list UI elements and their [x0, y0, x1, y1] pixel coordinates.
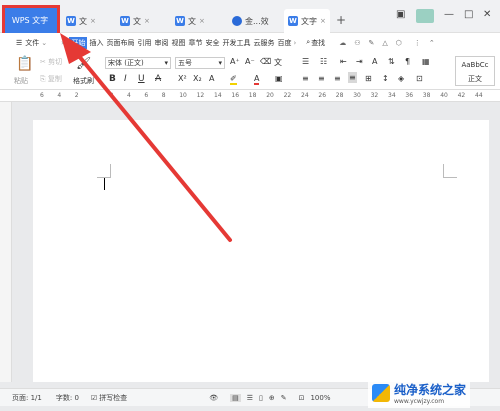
arrow-shaft	[72, 48, 232, 242]
spell-check-icon[interactable]: ☑	[91, 394, 97, 402]
arrow-head	[60, 33, 91, 64]
eye-protection-icon[interactable]: 👁	[209, 394, 218, 402]
watermark-logo-icon	[372, 384, 390, 402]
watermark-url: www.ycwjzy.com	[394, 398, 445, 405]
web-view-icon[interactable]: ⊕	[269, 394, 275, 402]
write-view-icon[interactable]: ✎	[281, 394, 287, 402]
red-arrow-overlay	[60, 33, 232, 242]
watermark: 纯净系统之家 www.ycwjzy.com	[368, 378, 471, 408]
outline-view-icon[interactable]: ☰	[247, 394, 253, 402]
spell-check-label[interactable]: 拼写检查	[99, 393, 127, 403]
zoom-level[interactable]: 100%	[310, 394, 330, 402]
reading-view-icon[interactable]: ▯	[259, 394, 263, 402]
word-count[interactable]: 字数: 0	[56, 393, 79, 403]
page-view-icon[interactable]: ▤	[230, 393, 241, 402]
page-count[interactable]: 页面: 1/1	[12, 393, 42, 403]
watermark-title: 纯净系统之家	[394, 383, 467, 397]
fit-page-icon[interactable]: ⊡	[299, 394, 305, 402]
